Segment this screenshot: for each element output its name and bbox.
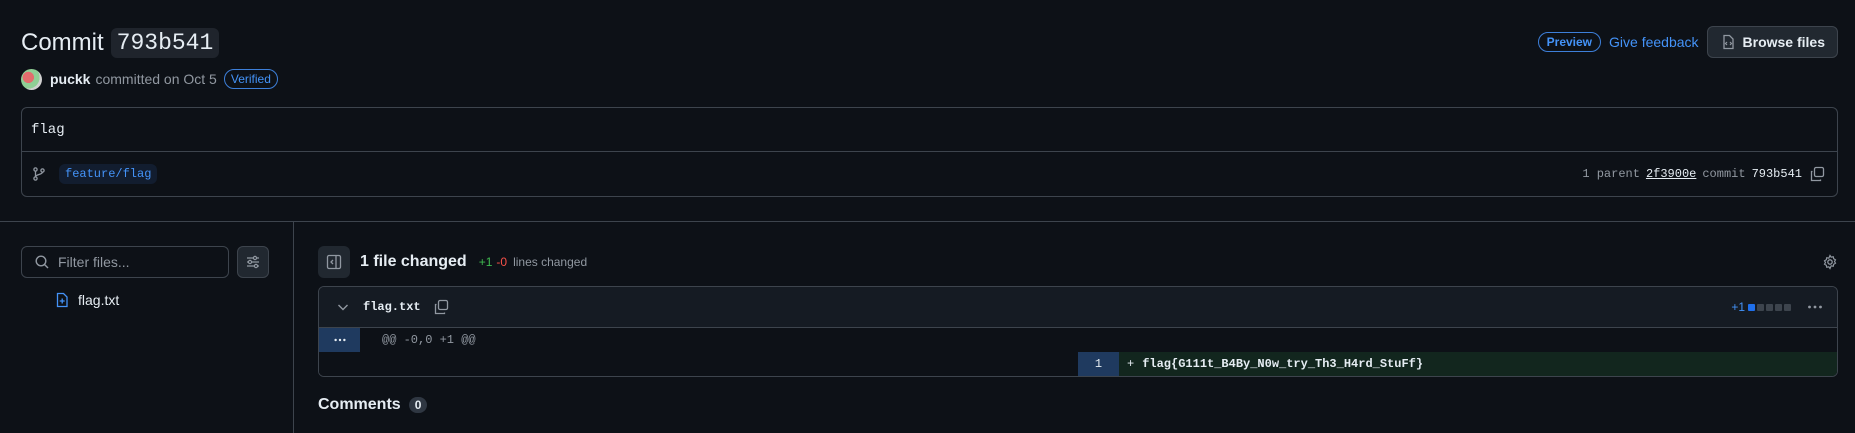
copy-path-icon[interactable] xyxy=(433,299,449,315)
commit-sha: 793b541 xyxy=(1751,167,1802,181)
gear-icon[interactable] xyxy=(1822,254,1838,270)
parent-sha-link[interactable]: 2f3900e xyxy=(1646,167,1696,181)
commit-message-box: flag feature/flag 1 parent 2f3900e commi… xyxy=(21,107,1838,197)
parent-info: 1 parent 2f3900e commit 793b541 xyxy=(1582,166,1825,182)
copy-icon[interactable] xyxy=(1809,166,1825,182)
diff-sign: + xyxy=(1127,357,1135,371)
added-line: + flag{G111t_B4By_N0w_try_Th3_H4rd_StuFf… xyxy=(1119,352,1837,376)
commit-refs: feature/flag 1 parent 2f3900e commit 793… xyxy=(22,152,1837,196)
files-changed-count: 1 file changed xyxy=(360,253,467,270)
filter-options-button[interactable] xyxy=(237,246,269,278)
sidebar-collapse-icon xyxy=(326,254,342,270)
avatar[interactable] xyxy=(21,68,42,90)
search-icon xyxy=(34,254,50,270)
code-line-text: flag{G111t_B4By_N0w_try_Th3_H4rd_StuFf} xyxy=(1142,357,1424,371)
author-link[interactable]: puckk xyxy=(50,71,90,87)
commit-message: flag xyxy=(22,108,1837,152)
browse-files-button[interactable]: Browse files xyxy=(1706,26,1838,58)
parent-count-label: 1 parent xyxy=(1582,167,1640,181)
comments-count-badge: 0 xyxy=(408,397,428,413)
browse-files-label: Browse files xyxy=(1742,34,1825,50)
filter-files-field[interactable] xyxy=(21,246,229,278)
file-tree-label: flag.txt xyxy=(78,292,120,308)
diffstat-square xyxy=(1766,303,1773,311)
diffstat-square xyxy=(1784,303,1791,311)
file-name-link[interactable]: flag.txt xyxy=(363,300,421,314)
file-tree-item[interactable]: flag.txt xyxy=(46,292,119,308)
toggle-sidebar-button[interactable] xyxy=(318,246,350,278)
additions-count: +1 xyxy=(478,255,493,269)
more-options-icon[interactable] xyxy=(1807,299,1823,315)
line-number[interactable]: 1 xyxy=(1078,352,1119,376)
chevron-down-icon[interactable] xyxy=(335,299,351,315)
sliders-icon xyxy=(245,254,261,270)
filter-files-input[interactable] xyxy=(58,254,218,270)
section-divider xyxy=(0,221,1855,222)
diff-left-empty xyxy=(319,352,1078,376)
hunk-header-row: @@ -0,0 +1 @@ xyxy=(319,328,1837,352)
commit-sha-title: 793b541 xyxy=(110,28,220,58)
code-file-icon xyxy=(1720,34,1743,50)
sidebar-divider xyxy=(293,222,294,433)
diffstat-square xyxy=(1748,303,1755,311)
lines-changed-label: lines changed xyxy=(513,255,588,269)
expand-context-button[interactable] xyxy=(319,328,360,352)
commit-meta: puckk committed on Oct 5 Verified xyxy=(21,68,1838,90)
give-feedback-link[interactable]: Give feedback xyxy=(1609,34,1699,50)
comments-title: Comments xyxy=(318,396,401,413)
git-branch-icon xyxy=(31,166,47,182)
deletions-count: -0 xyxy=(496,255,508,269)
verified-badge[interactable]: Verified xyxy=(223,69,278,89)
file-diff-stat: +1 xyxy=(1731,300,1793,314)
preview-badge: Preview xyxy=(1537,32,1602,52)
page-title-label: Commit xyxy=(21,29,104,56)
diffstat-squares xyxy=(1748,303,1793,311)
comments-section: Comments 0 xyxy=(318,396,428,414)
file-diff-header: flag.txt +1 xyxy=(319,287,1837,328)
file-diff: flag.txt +1 @@ -0,0 +1 @@ 1 + flag{G111t… xyxy=(318,286,1838,377)
hunk-header: @@ -0,0 +1 @@ xyxy=(382,333,476,347)
diffstat-square xyxy=(1757,303,1764,311)
branch-tag[interactable]: feature/flag xyxy=(59,164,158,184)
commit-header: Commit 793b541 puckk committed on Oct 5 … xyxy=(21,26,1838,96)
committed-date: committed on Oct 5 xyxy=(95,71,217,87)
header-actions: Preview Give feedback Browse files xyxy=(1537,26,1838,58)
diff-summary: 1 file changed +1 -0 lines changed xyxy=(318,246,1838,278)
commit-label: commit xyxy=(1702,167,1746,181)
file-additions: +1 xyxy=(1731,300,1745,314)
diffstat-square xyxy=(1775,303,1782,311)
diff-line: 1 + flag{G111t_B4By_N0w_try_Th3_H4rd_Stu… xyxy=(319,352,1837,376)
ellipsis-icon xyxy=(333,333,347,347)
file-added-icon xyxy=(54,292,70,308)
